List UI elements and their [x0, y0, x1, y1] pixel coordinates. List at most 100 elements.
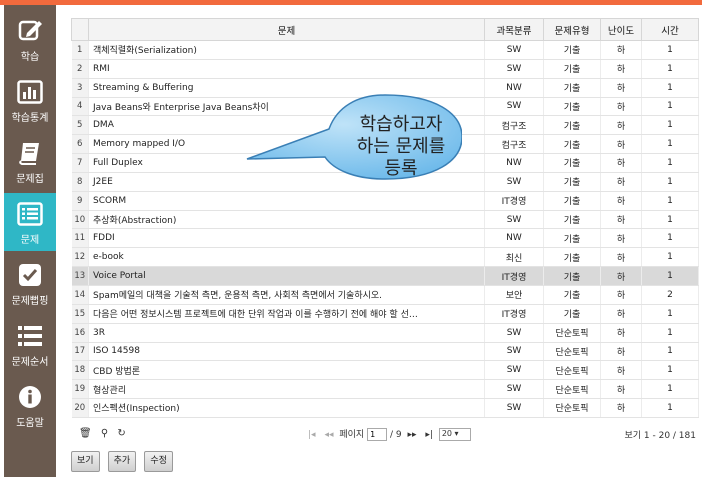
- row-index-cell: 3: [71, 78, 89, 98]
- problem-table: 문제 과목분류 문제유형 난이도 시간 1 객체직렬화(Serialization…: [71, 18, 699, 418]
- add-button[interactable]: 추가: [107, 451, 137, 472]
- question-cell: ISO 14598: [88, 342, 485, 362]
- question-cell: FDDI: [88, 228, 485, 249]
- col-header-index: [71, 18, 89, 41]
- prev-page-icon[interactable]: ◂◂: [324, 430, 333, 440]
- time-cell: 1: [641, 342, 699, 362]
- level-cell: 하: [600, 172, 642, 192]
- main-content: 문제 과목분류 문제유형 난이도 시간 1 객체직렬화(Serialization…: [56, 5, 702, 477]
- time-cell: 2: [641, 285, 699, 305]
- first-page-icon[interactable]: |◂: [308, 430, 316, 440]
- time-cell: 1: [641, 172, 699, 192]
- col-header-time[interactable]: 시간: [641, 18, 699, 41]
- table-row[interactable]: 11 FDDI NW 기출 하 1: [71, 228, 699, 249]
- category-cell: IT경영: [484, 191, 544, 211]
- table-row[interactable]: 13 Voice Portal IT경영 기출 하 1: [71, 266, 699, 286]
- table-row[interactable]: 15 다음은 어떤 정보시스템 프로젝트에 대한 단위 작업과 이를 수행하기 전…: [71, 304, 699, 324]
- book-icon: [19, 143, 39, 165]
- table-row[interactable]: 16 3R SW 단순토픽 하 1: [71, 323, 699, 343]
- trash-icon[interactable]: 🗑: [79, 428, 92, 439]
- row-index-cell: 8: [71, 172, 89, 192]
- type-cell: 단순토픽: [543, 342, 601, 362]
- row-index-cell: 12: [71, 247, 89, 268]
- callout-line: 하는 문제를: [356, 136, 446, 157]
- sidebar-item-workbook[interactable]: 문제집: [4, 132, 56, 190]
- col-header-level[interactable]: 난이도: [600, 18, 642, 41]
- page-input[interactable]: [367, 428, 388, 441]
- col-header-question[interactable]: 문제: [88, 18, 485, 41]
- type-cell: 기출: [543, 285, 601, 305]
- sidebar-item-study[interactable]: 학습: [4, 10, 56, 68]
- level-cell: 하: [600, 304, 642, 324]
- category-cell: NW: [484, 228, 544, 249]
- table-row[interactable]: 2 RMI SW 기출 하 1: [71, 59, 699, 79]
- row-index-cell: 9: [71, 191, 89, 211]
- refresh-icon[interactable]: ↻: [117, 428, 125, 439]
- question-cell: CBD 방법론: [88, 360, 485, 381]
- table-row[interactable]: 14 Spam메일의 대책을 기술적 측면, 운용적 측면, 사회적 측면에서 기…: [71, 285, 699, 305]
- callout-text: 학습하고자 하는 문제를 등록: [331, 114, 471, 180]
- category-cell: 컴구조: [484, 115, 544, 136]
- edit-button[interactable]: 수정: [144, 451, 173, 472]
- rows-per-page-select[interactable]: 20 ▾: [438, 428, 471, 441]
- category-cell: 최신: [484, 247, 544, 268]
- question-cell: e-book: [88, 247, 485, 268]
- col-header-type[interactable]: 문제유형: [543, 18, 601, 41]
- table-header-row: 문제 과목분류 문제유형 난이도 시간: [71, 18, 699, 41]
- table-row[interactable]: 19 형상관리 SW 단순토픽 하 1: [71, 379, 699, 400]
- sidebar-item-label: 학습통계: [11, 113, 49, 124]
- type-cell: 기출: [543, 78, 601, 98]
- next-page-icon[interactable]: ▸▸: [407, 430, 416, 440]
- table-row[interactable]: 18 CBD 방법론 SW 단순토픽 하 1: [71, 360, 699, 381]
- type-cell: 기출: [543, 247, 601, 268]
- ordered-list-icon: [18, 326, 42, 346]
- type-cell: 기출: [543, 59, 601, 79]
- type-cell: 단순토픽: [543, 360, 601, 381]
- category-cell: 보안: [484, 285, 544, 305]
- row-index-cell: 4: [71, 97, 89, 117]
- table-row[interactable]: 20 인스펙션(Inspection) SW 단순토픽 하 1: [71, 398, 699, 418]
- category-cell: SW: [484, 210, 544, 230]
- info-icon: [19, 386, 41, 408]
- level-cell: 하: [600, 115, 642, 136]
- question-cell: 형상관리: [88, 379, 485, 400]
- type-cell: 기출: [543, 191, 601, 211]
- type-cell: 기출: [543, 304, 601, 324]
- sidebar-item-problems[interactable]: 문제: [4, 193, 62, 251]
- row-index-cell: 11: [71, 228, 89, 249]
- list-box-icon: [17, 202, 43, 226]
- row-index-cell: 1: [71, 40, 89, 60]
- view-button[interactable]: 보기: [71, 451, 100, 472]
- category-cell: SW: [484, 342, 544, 362]
- search-icon[interactable]: ⚲: [101, 428, 108, 439]
- sidebar-item-label: 문제뻡핑: [11, 296, 49, 307]
- table-row[interactable]: 1 객체직렬화(Serialization) SW 기출 하 1: [71, 40, 699, 60]
- sidebar-item-label: 문제집: [16, 174, 44, 185]
- row-index-cell: 15: [71, 304, 89, 324]
- table-row[interactable]: 17 ISO 14598 SW 단순토픽 하 1: [71, 342, 699, 362]
- row-index-cell: 14: [71, 285, 89, 305]
- category-cell: NW: [484, 153, 544, 173]
- category-cell: SW: [484, 59, 544, 79]
- table-row[interactable]: 9 SCORM IT경영 기출 하 1: [71, 191, 699, 211]
- time-cell: 1: [641, 304, 699, 324]
- last-page-icon[interactable]: ▸|: [425, 430, 433, 440]
- category-cell: SW: [484, 40, 544, 60]
- sidebar-item-order[interactable]: 문제순서: [4, 315, 56, 373]
- col-header-category[interactable]: 과목분류: [484, 18, 544, 41]
- sidebar-item-stats[interactable]: 학습통계: [4, 71, 56, 129]
- category-cell: 컴구조: [484, 134, 544, 155]
- sidebar-item-help[interactable]: 도움말: [4, 376, 56, 434]
- question-cell: SCORM: [88, 191, 485, 211]
- sidebar-item-mapping[interactable]: 문제뻡핑: [4, 254, 56, 312]
- level-cell: 하: [600, 97, 642, 117]
- table-row[interactable]: 10 추상화(Abstraction) SW 기출 하 1: [71, 210, 699, 230]
- sidebar-item-label: 문제: [20, 235, 40, 246]
- type-cell: 기출: [543, 153, 601, 173]
- category-cell: IT경영: [484, 304, 544, 324]
- level-cell: 하: [600, 379, 642, 400]
- question-cell: 3R: [88, 323, 485, 343]
- category-cell: SW: [484, 360, 544, 381]
- sidebar: 학습 학습통계 문제집 문제 문제뻡핑 문제순서 도움말: [4, 5, 62, 477]
- table-row[interactable]: 12 e-book 최신 기출 하 1: [71, 247, 699, 268]
